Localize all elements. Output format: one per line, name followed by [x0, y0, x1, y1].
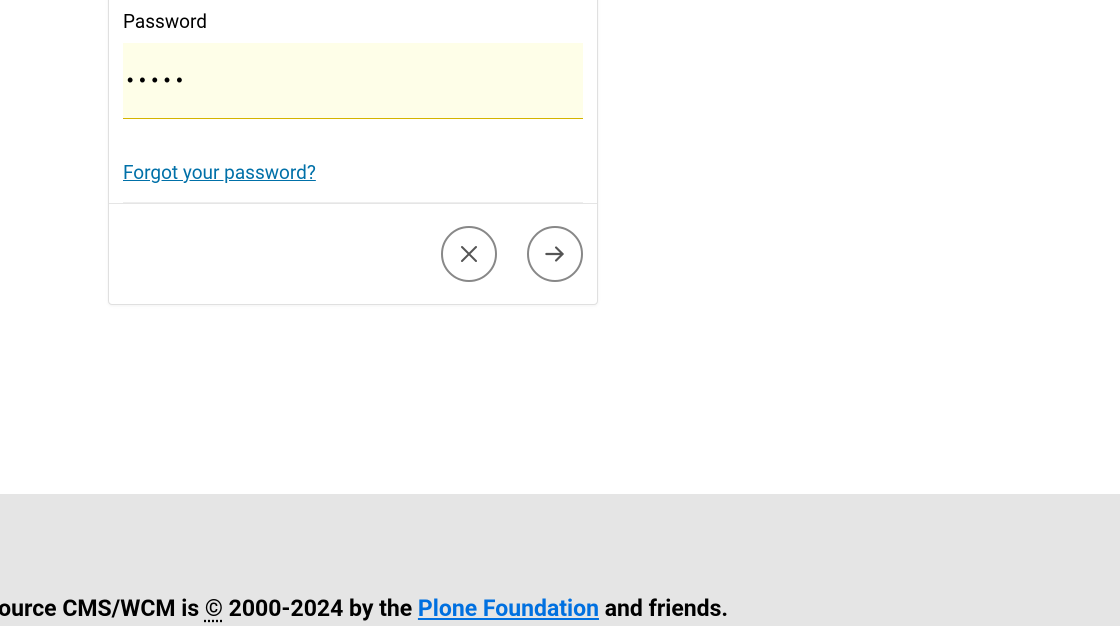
password-label: Password [123, 10, 583, 33]
login-card: Password Forgot your password? [108, 0, 598, 305]
footer-suffix: and friends. [599, 595, 728, 622]
footer-prefix: ben Source CMS/WCM is [0, 595, 205, 622]
cancel-button[interactable] [441, 226, 497, 282]
footer-dates: 2000-2024 by the [223, 595, 418, 622]
password-input[interactable] [123, 43, 583, 119]
submit-button[interactable] [527, 226, 583, 282]
page-footer: ben Source CMS/WCM is © 2000-2024 by the… [0, 494, 1120, 626]
arrow-right-icon [542, 241, 568, 267]
footer-text: ben Source CMS/WCM is © 2000-2024 by the… [0, 595, 728, 622]
close-icon [457, 242, 481, 266]
submit-button-highlighted [527, 226, 583, 282]
login-card-body: Password Forgot your password? [109, 0, 597, 203]
login-card-footer [109, 203, 597, 304]
copyright-symbol: © [205, 595, 223, 622]
forgot-password-row: Forgot your password? [123, 161, 583, 203]
plone-foundation-link[interactable]: Plone Foundation [418, 595, 599, 622]
forgot-password-link[interactable]: Forgot your password? [123, 161, 316, 184]
